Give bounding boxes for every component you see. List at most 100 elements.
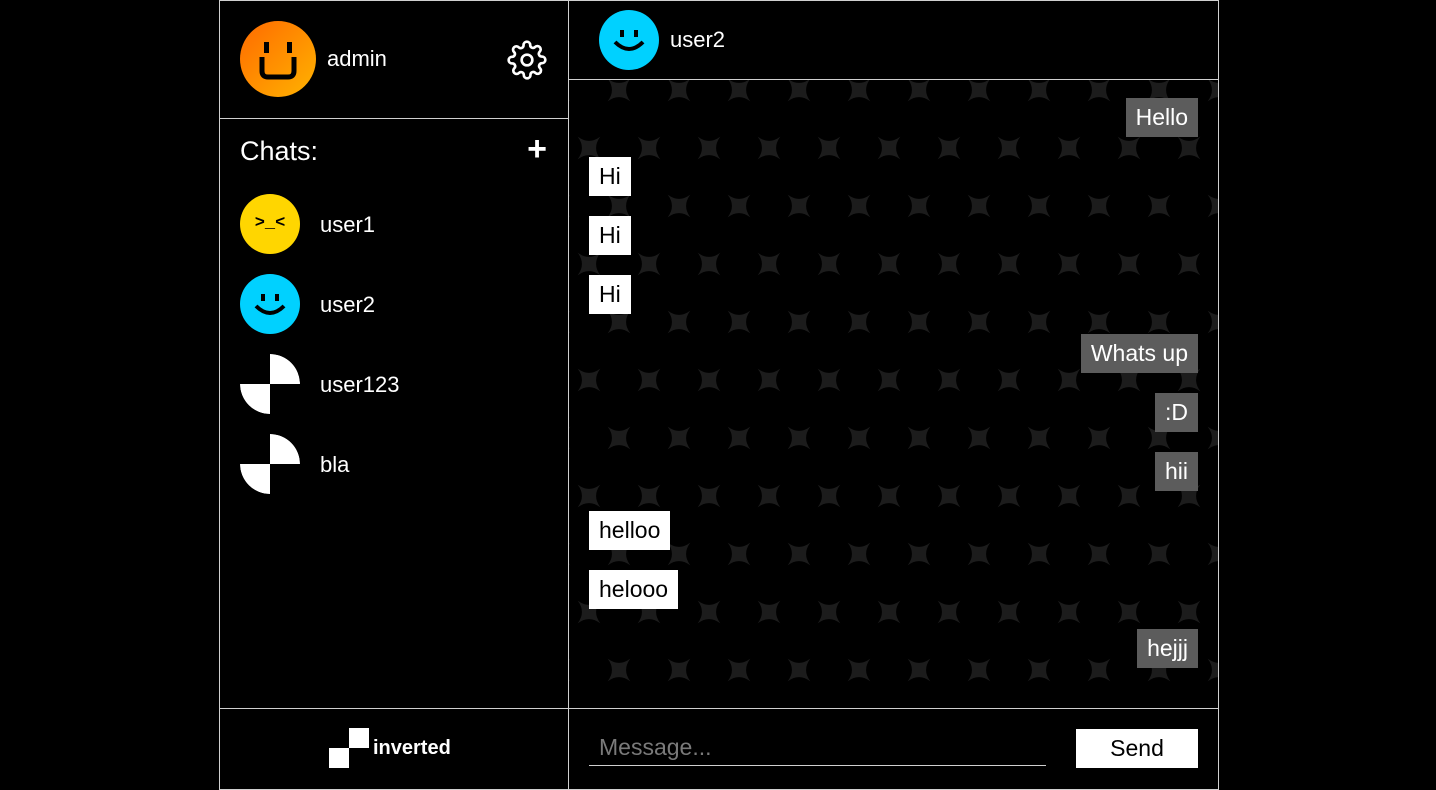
star-pattern-mark xyxy=(1147,542,1171,566)
star-pattern-mark xyxy=(937,252,961,276)
star-pattern-mark xyxy=(607,658,631,682)
message-outgoing: :D xyxy=(1155,393,1198,432)
star-pattern-mark xyxy=(757,600,781,624)
star-pattern-mark xyxy=(577,368,601,392)
message-outgoing: hejjj xyxy=(1137,629,1198,668)
star-pattern-mark xyxy=(746,705,791,708)
star-pattern-mark xyxy=(907,194,931,218)
chat-item-bla[interactable]: bla xyxy=(240,434,540,496)
star-pattern-mark xyxy=(1057,600,1081,624)
star-pattern-mark xyxy=(907,80,931,102)
star-pattern-mark xyxy=(787,310,811,334)
message-incoming: Hi xyxy=(589,275,631,314)
star-pattern-mark xyxy=(997,252,1021,276)
star-pattern-mark xyxy=(967,80,991,102)
star-pattern-mark xyxy=(569,658,571,682)
star-pattern-mark xyxy=(727,194,751,218)
star-pattern-mark xyxy=(626,705,671,708)
current-user-name: admin xyxy=(327,46,387,71)
star-pattern-mark xyxy=(847,310,871,334)
star-pattern-mark xyxy=(1207,426,1218,450)
star-pattern-mark xyxy=(1117,252,1141,276)
message-outgoing: Hello xyxy=(1125,98,1198,137)
chat-item-user123[interactable]: user123 xyxy=(240,354,540,416)
star-pattern-mark xyxy=(607,80,631,102)
avatar xyxy=(240,21,316,97)
checker-avatar-icon xyxy=(240,434,300,494)
star-pattern-mark xyxy=(1057,252,1081,276)
star-pattern-mark xyxy=(997,600,1021,624)
message-input[interactable] xyxy=(589,730,1046,766)
star-pattern-mark xyxy=(1087,426,1111,450)
send-button[interactable]: Send xyxy=(1076,729,1198,768)
avatar: >_< xyxy=(240,194,300,254)
star-pattern-mark xyxy=(757,136,781,160)
star-pattern-mark xyxy=(1147,194,1171,218)
message-list[interactable]: Hello Hi Hi Hi Whats up :D hii helloo he… xyxy=(569,80,1218,708)
sidebar: admin Chats: + >_< user1 user2 user123 b… xyxy=(219,0,568,790)
star-pattern-mark xyxy=(757,368,781,392)
star-pattern-mark xyxy=(1117,484,1141,508)
star-pattern-mark xyxy=(667,80,691,102)
star-pattern-mark xyxy=(877,136,901,160)
chat-item-user1[interactable]: >_< user1 xyxy=(240,194,540,256)
star-pattern-mark xyxy=(877,252,901,276)
chat-item-label: bla xyxy=(320,452,350,477)
star-pattern-mark xyxy=(787,80,811,102)
star-pattern-mark xyxy=(637,136,661,160)
message-outgoing: Whats up xyxy=(1080,334,1198,373)
star-pattern-mark xyxy=(727,542,751,566)
gear-icon[interactable] xyxy=(507,40,547,80)
star-pattern-mark xyxy=(847,194,871,218)
squint-face-icon: >_< xyxy=(255,214,286,233)
star-pattern-mark xyxy=(667,426,691,450)
star-pattern-mark xyxy=(637,252,661,276)
star-pattern-mark xyxy=(997,484,1021,508)
star-pattern-mark xyxy=(607,426,631,450)
star-pattern-mark xyxy=(997,136,1021,160)
brand-logo: inverted xyxy=(329,728,469,768)
avatar xyxy=(240,274,300,334)
current-user-panel: admin xyxy=(219,0,568,118)
star-pattern-mark xyxy=(1207,542,1218,566)
message-incoming: Hi xyxy=(589,216,631,255)
avatar xyxy=(240,354,300,414)
star-pattern-mark xyxy=(817,484,841,508)
message-incoming: Hi xyxy=(589,157,631,196)
star-pattern-mark xyxy=(787,542,811,566)
star-pattern-mark xyxy=(877,484,901,508)
star-pattern-mark xyxy=(937,368,961,392)
message-outgoing: hii xyxy=(1154,452,1198,491)
star-pattern-mark xyxy=(907,426,931,450)
star-pattern-mark xyxy=(877,600,901,624)
star-pattern-mark xyxy=(967,658,991,682)
recipient-name: user2 xyxy=(670,27,726,52)
star-pattern-mark xyxy=(787,658,811,682)
star-pattern-mark xyxy=(1207,80,1218,102)
chat-item-label: user123 xyxy=(320,372,400,397)
star-pattern-mark xyxy=(1177,600,1201,624)
star-pattern-background xyxy=(569,80,1218,708)
star-pattern-mark xyxy=(1027,310,1051,334)
star-pattern-mark xyxy=(1207,310,1218,334)
chat-item-user2[interactable]: user2 xyxy=(240,274,540,336)
star-pattern-mark xyxy=(926,705,971,708)
chats-title: Chats: xyxy=(240,136,319,166)
star-pattern-mark xyxy=(806,705,851,708)
star-pattern-mark xyxy=(847,80,871,102)
star-pattern-mark xyxy=(697,368,721,392)
star-pattern-mark xyxy=(1087,542,1111,566)
star-pattern-mark xyxy=(877,368,901,392)
chat-item-label: user1 xyxy=(320,212,376,237)
add-chat-button[interactable]: + xyxy=(524,132,550,166)
star-pattern-mark xyxy=(1117,600,1141,624)
star-pattern-mark xyxy=(817,600,841,624)
star-pattern-mark xyxy=(1087,80,1111,102)
star-pattern-mark xyxy=(727,658,751,682)
star-pattern-mark xyxy=(847,426,871,450)
star-pattern-mark xyxy=(1027,426,1051,450)
star-pattern-mark xyxy=(727,426,751,450)
star-pattern-mark xyxy=(757,484,781,508)
star-pattern-mark xyxy=(866,705,911,708)
star-pattern-mark xyxy=(817,136,841,160)
